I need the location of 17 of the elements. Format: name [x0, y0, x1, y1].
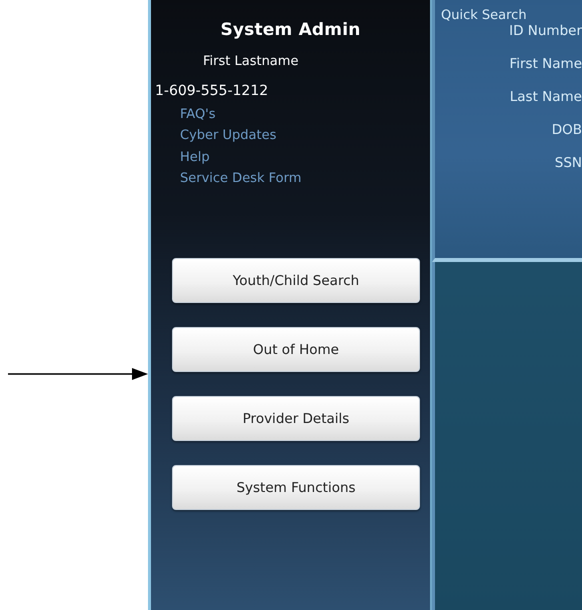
field-label: ID Number	[509, 23, 582, 39]
nav-button[interactable]: Provider Details	[172, 396, 420, 441]
user-name: First Lastname	[203, 54, 298, 69]
nav-button[interactable]: System Functions	[172, 465, 420, 510]
field-label: Last Name	[510, 89, 582, 105]
sidebar-link[interactable]: FAQ's	[180, 105, 216, 124]
sidebar-link[interactable]: Service Desk Form	[180, 169, 302, 188]
nav-button[interactable]: Out of Home	[172, 327, 420, 372]
sidebar-link[interactable]: Cyber Updates	[180, 126, 276, 145]
phone-number: 1-609-555-1212	[155, 83, 268, 99]
panel-title: Quick Search	[441, 8, 527, 23]
sidebar-title: System Admin	[220, 20, 361, 40]
field-label: First Name	[509, 56, 582, 72]
field-label: SSN	[554, 155, 582, 171]
nav-button[interactable]: Youth/Child Search	[172, 258, 420, 303]
field-label: DOB	[552, 122, 582, 138]
sidebar-link[interactable]: Help	[180, 148, 210, 167]
